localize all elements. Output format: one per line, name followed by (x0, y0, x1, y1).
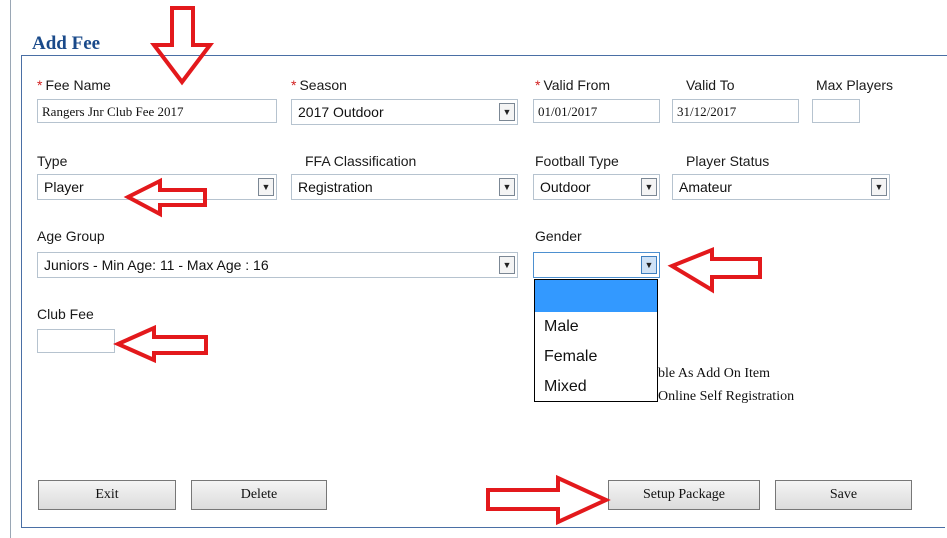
gender-option-female[interactable]: Female (535, 342, 657, 372)
chevron-down-icon[interactable]: ▼ (641, 178, 657, 196)
gender-option-mixed[interactable]: Mixed (535, 372, 657, 402)
valid-to-input[interactable]: 31/12/2017 (672, 99, 799, 123)
outer-border (10, 0, 11, 538)
setup-package-button[interactable]: Setup Package (608, 480, 760, 510)
player-status-value: Amateur (679, 179, 732, 195)
add-on-item-label: ble As Add On Item (658, 366, 770, 381)
age-group-value: Juniors - Min Age: 11 - Max Age : 16 (44, 257, 269, 273)
gender-option-male[interactable]: Male (535, 312, 657, 342)
chevron-down-icon[interactable]: ▼ (258, 178, 274, 196)
delete-button[interactable]: Delete (191, 480, 327, 510)
season-label: * Season (291, 77, 347, 93)
fee-name-label: * Fee Name (37, 77, 111, 93)
chevron-down-icon[interactable]: ▼ (499, 256, 515, 274)
max-players-input[interactable] (812, 99, 860, 123)
chevron-down-icon[interactable]: ▼ (871, 178, 887, 196)
gender-option-blank[interactable] (535, 280, 657, 312)
ffa-classification-value: Registration (298, 179, 373, 195)
club-fee-label: Club Fee (37, 306, 94, 322)
max-players-label: Max Players (816, 77, 894, 93)
football-type-label: Football Type (535, 153, 619, 169)
chevron-down-icon[interactable]: ▼ (641, 256, 657, 274)
club-fee-input[interactable] (37, 329, 115, 353)
gender-select[interactable]: ▼ (533, 252, 660, 278)
page-title: Add Fee (32, 33, 101, 54)
chevron-down-icon[interactable]: ▼ (499, 103, 515, 121)
exit-button[interactable]: Exit (38, 480, 176, 510)
season-select[interactable]: 2017 Outdoor ▼ (291, 99, 518, 125)
form-panel (21, 56, 945, 528)
type-label: Type (37, 153, 68, 169)
football-type-value: Outdoor (540, 179, 591, 195)
online-self-registration-label: Online Self Registration (658, 389, 795, 404)
player-status-label: Player Status (686, 153, 770, 169)
season-value: 2017 Outdoor (298, 104, 384, 120)
type-select[interactable]: Player ▼ (37, 174, 277, 200)
ffa-classification-label: FFA Classification (305, 153, 417, 169)
football-type-select[interactable]: Outdoor ▼ (533, 174, 660, 200)
age-group-label: Age Group (37, 228, 105, 244)
valid-from-input[interactable]: 01/01/2017 (533, 99, 660, 123)
age-group-select[interactable]: Juniors - Min Age: 11 - Max Age : 16 ▼ (37, 252, 518, 278)
fee-name-input[interactable]: Rangers Jnr Club Fee 2017 (37, 99, 277, 123)
ffa-classification-select[interactable]: Registration ▼ (291, 174, 518, 200)
gender-dropdown-list: Male Female Mixed (534, 279, 658, 402)
valid-to-label: Valid To (686, 77, 735, 93)
type-value: Player (44, 179, 84, 195)
gender-label: Gender (535, 228, 582, 244)
chevron-down-icon[interactable]: ▼ (499, 178, 515, 196)
player-status-select[interactable]: Amateur ▼ (672, 174, 890, 200)
save-button[interactable]: Save (775, 480, 912, 510)
valid-from-label: * Valid From (535, 77, 611, 93)
